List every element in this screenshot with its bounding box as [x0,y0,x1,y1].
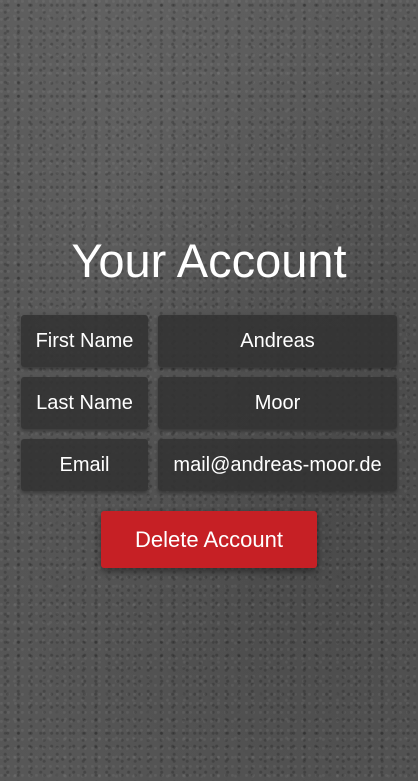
page-title: Your Account [71,234,347,287]
first-name-label: First Name [21,315,148,367]
last-name-label: Last Name [21,377,148,429]
first-name-row: First Name [21,315,397,367]
last-name-field[interactable] [158,377,397,429]
email-field[interactable] [158,439,397,491]
first-name-field[interactable] [158,315,397,367]
delete-account-button[interactable]: Delete Account [101,511,317,568]
last-name-row: Last Name [21,377,397,429]
email-label: Email [21,439,148,491]
email-row: Email [21,439,397,491]
